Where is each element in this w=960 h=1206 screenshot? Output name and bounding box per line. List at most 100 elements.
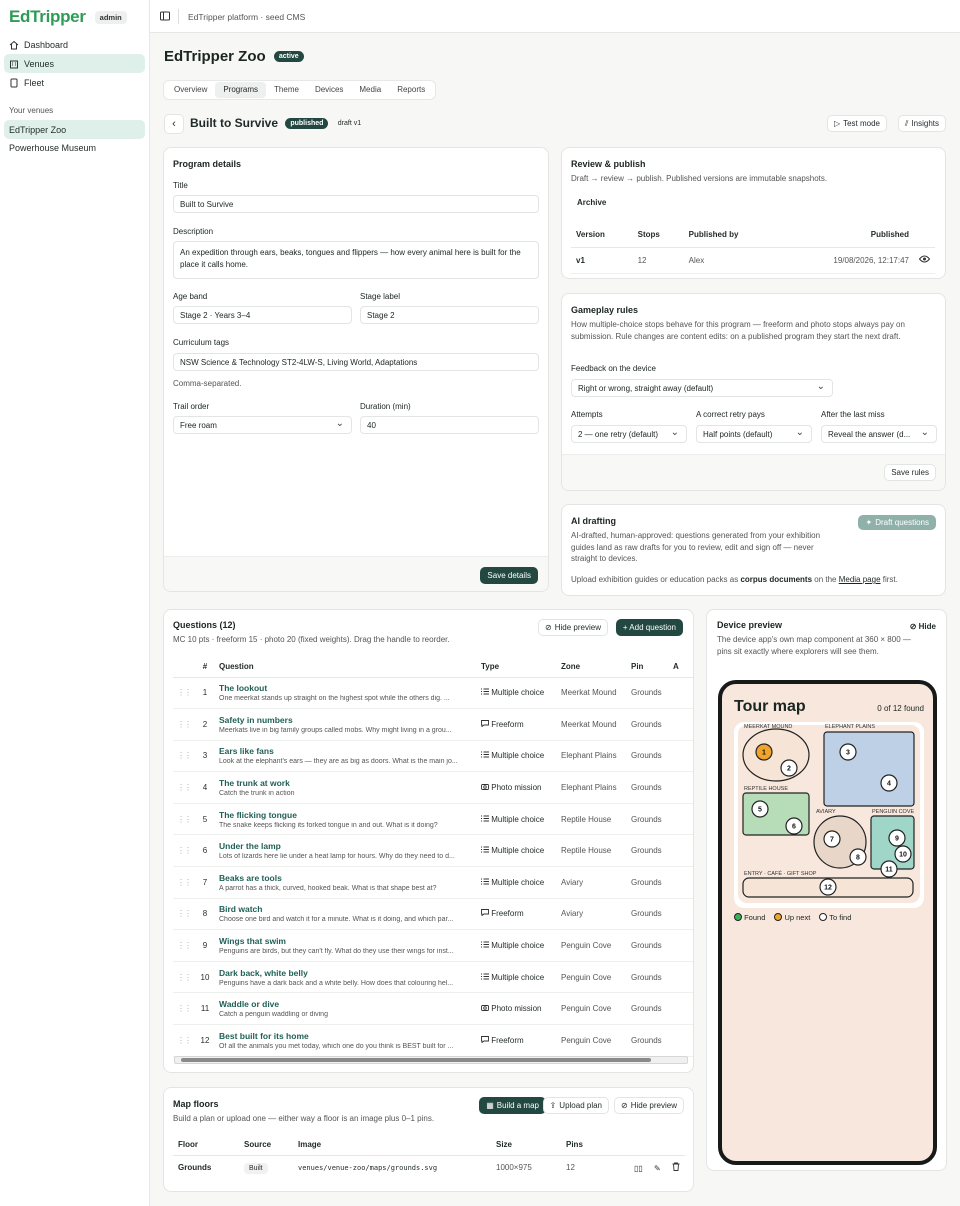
question-cell[interactable]: The flicking tongue The snake keeps flick… (215, 803, 477, 836)
drag-handle-icon[interactable]: ⋮⋮ (173, 677, 195, 710)
nav-fleet[interactable]: Fleet (4, 73, 145, 92)
save-rules-button[interactable]: Save rules (884, 464, 936, 481)
feedback-select[interactable]: Right or wrong, straight away (default) (571, 379, 833, 397)
question-title: Wings that swim (219, 936, 286, 947)
attempts-select[interactable]: 2 — one retry (default) (571, 425, 687, 443)
trash-icon[interactable] (672, 1162, 680, 1173)
drag-handle-icon[interactable]: ⋮⋮ (173, 929, 195, 962)
table-row[interactable]: ⋮⋮ 8 Bird watch Choose one bird and watch i… (173, 898, 693, 931)
zone-cell: Meerkat Mound (557, 677, 627, 710)
drag-handle-icon[interactable]: ⋮⋮ (173, 961, 195, 994)
question-cell[interactable]: Dark back, white belly Penguins have a da… (215, 961, 477, 994)
table-row[interactable]: ⋮⋮ 1 The lookout One meerkat stands up stra… (173, 677, 693, 710)
scrollbar-thumb[interactable] (181, 1058, 651, 1062)
media-page-link[interactable]: Media page (839, 575, 881, 584)
question-cell[interactable]: Safety in numbers Meerkats live in big fa… (215, 708, 477, 741)
hide-preview-button[interactable]: ⊘ Hide preview (614, 1097, 684, 1114)
nav-venues[interactable]: Venues (4, 54, 145, 73)
question-number: 1 (195, 677, 215, 710)
trail-order-select[interactable]: Free roam (173, 416, 352, 434)
table-row[interactable]: v1 12 Alex 19/08/2026, 12:17:47 (571, 247, 935, 274)
type-cell: Photo mission (477, 992, 557, 1026)
table-row[interactable]: ⋮⋮ 7 Beaks are tools A parrot has a thick, … (173, 866, 693, 899)
text: first. (880, 575, 898, 584)
add-question-button[interactable]: + Add question (615, 619, 683, 636)
drag-handle-icon[interactable]: ⋮⋮ (173, 898, 195, 931)
tab-media[interactable]: Media (351, 82, 389, 98)
hide-preview-link[interactable]: ⊘ Hide (910, 622, 936, 631)
zone-cell: Reptile House (557, 803, 627, 836)
type-cell: Freeform (477, 708, 557, 741)
question-cell[interactable]: Ears like fans Look at the elephant's ear… (215, 740, 477, 773)
retry-select[interactable]: Half points (default) (696, 425, 812, 443)
title-input[interactable]: Built to Survive (173, 195, 539, 213)
duration-input[interactable]: 40 (360, 416, 539, 434)
table-row[interactable]: ⋮⋮ 3 Ears like fans Look at the elephant's … (173, 740, 693, 773)
venue-link-edtripper-zoo[interactable]: EdTripper Zoo (4, 120, 145, 139)
table-row[interactable]: ⋮⋮ 12 Best built for its home Of all the an… (173, 1024, 693, 1057)
question-cell[interactable]: Beaks are tools A parrot has a thick, cur… (215, 866, 477, 899)
button-label: Hide preview (554, 623, 601, 632)
drag-handle-icon[interactable]: ⋮⋮ (173, 740, 195, 773)
question-cell[interactable]: The trunk at work Catch the trunk in acti… (215, 771, 477, 804)
ai-drafting-card: AI drafting ✦ Draft questions AI-drafted,… (561, 504, 946, 596)
draft-questions-button[interactable]: ✦ Draft questions (858, 515, 936, 530)
table-row[interactable]: ⋮⋮ 4 The trunk at work Catch the trunk in a… (173, 771, 693, 804)
drag-handle-icon[interactable]: ⋮⋮ (173, 1024, 195, 1057)
question-cell[interactable]: Best built for its home Of all the animal… (215, 1024, 477, 1057)
question-cell[interactable]: Waddle or dive Catch a penguin waddling o… (215, 992, 477, 1026)
edit-icon[interactable]: ✎ (654, 1164, 661, 1173)
question-cell[interactable]: Bird watch Choose one bird and watch it f… (215, 898, 477, 931)
drag-handle-icon[interactable]: ⋮⋮ (173, 708, 195, 741)
pins-cell: 12 (566, 1163, 575, 1173)
list-icon (481, 846, 489, 855)
back-button[interactable]: ‹ (164, 114, 184, 134)
tags-input[interactable]: NSW Science & Technology ST2-4LW-S, Livi… (173, 353, 539, 371)
tab-programs[interactable]: Programs (215, 82, 267, 98)
drag-handle-icon[interactable]: ⋮⋮ (173, 834, 195, 868)
upload-plan-button[interactable]: ⇪ Upload plan (542, 1097, 609, 1114)
sidebar-toggle-icon[interactable] (160, 11, 170, 23)
tab-reports[interactable]: Reports (389, 82, 433, 98)
stage-label-input[interactable]: Stage 2 (360, 306, 539, 324)
logo[interactable]: EdTripper admin (9, 7, 127, 27)
question-prompt: The snake keeps flicking its forked tong… (219, 821, 438, 829)
view-icon[interactable] (914, 247, 935, 274)
question-title: Dark back, white belly (219, 967, 308, 978)
table-row[interactable]: ⋮⋮ 9 Wings that swim Penguins are birds, bu… (173, 929, 693, 962)
tab-theme[interactable]: Theme (266, 82, 307, 98)
tab-overview[interactable]: Overview (166, 82, 215, 98)
question-cell[interactable]: Wings that swim Penguins are birds, but t… (215, 929, 477, 962)
age-band-input[interactable]: Stage 2 · Years 3–4 (173, 306, 352, 324)
drag-handle-icon[interactable]: ⋮⋮ (173, 771, 195, 804)
tab-devices[interactable]: Devices (307, 82, 351, 98)
archive-link[interactable]: Archive (577, 198, 606, 207)
tour-map[interactable]: MEERKAT MOUND ELEPHANT PLAINS REPTILE HO… (734, 722, 924, 908)
description-textarea[interactable]: An expedition through ears, beaks, tongu… (173, 241, 539, 279)
drag-handle-icon[interactable]: ⋮⋮ (173, 803, 195, 836)
question-cell[interactable]: Under the lamp Lots of lizards here lie u… (215, 834, 477, 868)
nav-dashboard[interactable]: Dashboard (4, 35, 145, 54)
table-row[interactable]: Grounds Built venues/venue-zoo/maps/grou… (173, 1155, 685, 1180)
table-row[interactable]: ⋮⋮ 11 Waddle or dive Catch a penguin waddli… (173, 992, 693, 1026)
build-map-button[interactable]: ▦ Build a map (479, 1097, 546, 1114)
test-mode-button[interactable]: ▷ Test mode (826, 115, 887, 132)
published-by-cell: Alex (683, 247, 779, 274)
card-title: Review & publish (571, 159, 646, 169)
drag-handle-icon[interactable]: ⋮⋮ (173, 992, 195, 1026)
table-row[interactable]: ⋮⋮ 5 The flicking tongue The snake keeps fl… (173, 803, 693, 836)
insights-button[interactable]: ⫽ Insights (897, 115, 946, 132)
drag-handle-icon[interactable]: ⋮⋮ (173, 866, 195, 899)
card-description: AI-drafted, human-approved: questions ge… (571, 531, 821, 563)
horizontal-scrollbar[interactable] (174, 1056, 688, 1064)
table-row[interactable]: ⋮⋮ 10 Dark back, white belly Penguins have … (173, 961, 693, 994)
question-cell[interactable]: The lookout One meerkat stands up straigh… (215, 677, 477, 710)
table-row[interactable]: ⋮⋮ 2 Safety in numbers Meerkats live in big… (173, 708, 693, 741)
legend-dot (774, 913, 783, 921)
venue-link-powerhouse-museum[interactable]: Powerhouse Museum (4, 138, 145, 157)
save-details-button[interactable]: Save details (480, 567, 538, 584)
last-miss-select[interactable]: Reveal the answer (d... (821, 425, 937, 443)
table-row[interactable]: ⋮⋮ 6 Under the lamp Lots of lizards here li… (173, 834, 693, 868)
columns-icon[interactable]: ▯▯ (634, 1164, 643, 1173)
hide-preview-button[interactable]: ⊘ Hide preview (538, 619, 608, 636)
